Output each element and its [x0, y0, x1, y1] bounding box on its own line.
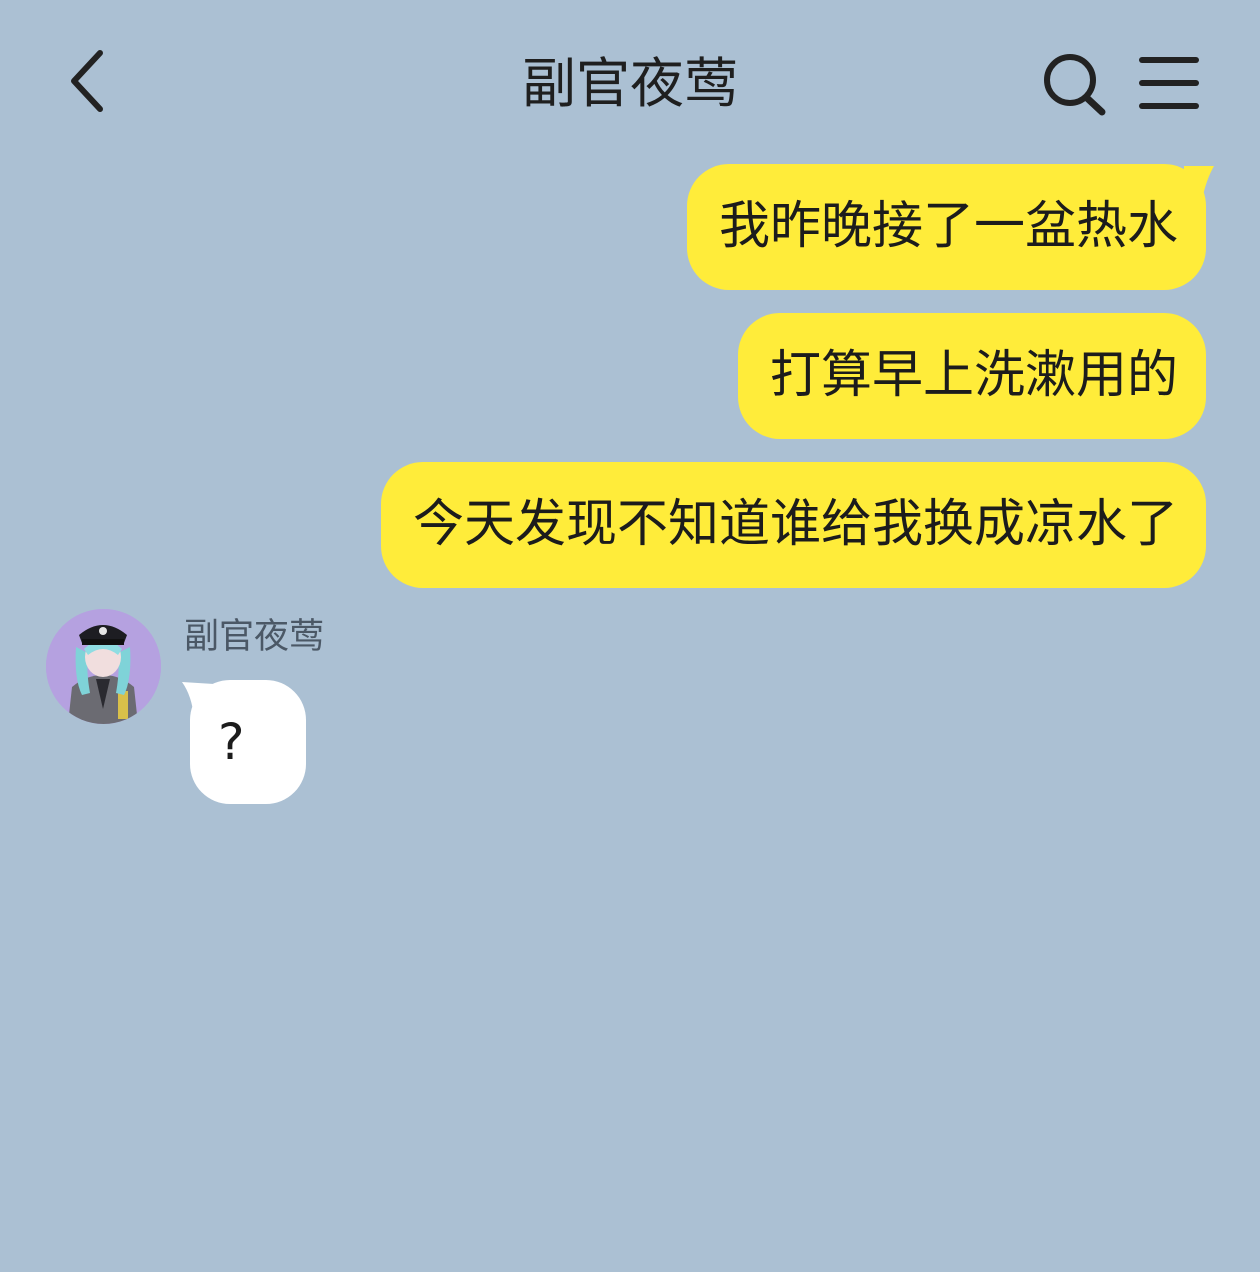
- outgoing-message[interactable]: 打算早上洗漱用的: [737, 313, 1206, 439]
- bubble-tail: [1184, 166, 1214, 200]
- outgoing-message[interactable]: 我昨晚接了一盆热水: [686, 164, 1214, 290]
- chat-header: 副官夜莺: [0, 0, 1260, 165]
- avatar[interactable]: [46, 609, 161, 724]
- hamburger-menu-icon: [1139, 57, 1199, 109]
- search-icon: [1044, 54, 1106, 116]
- search-button[interactable]: [1038, 48, 1114, 120]
- message-text: 打算早上洗漱用的: [769, 346, 1178, 405]
- character-portrait-icon: [46, 609, 161, 724]
- message-text: 我昨晚接了一盆热水: [718, 197, 1178, 256]
- message-text: ?: [218, 713, 245, 771]
- menu-button[interactable]: [1136, 52, 1202, 114]
- sender-name: 副官夜莺: [184, 617, 325, 657]
- incoming-message[interactable]: ?: [182, 680, 306, 804]
- bubble-tail: [182, 682, 214, 718]
- outgoing-message[interactable]: 今天发现不知道谁给我换成凉水了: [380, 462, 1206, 588]
- message-text: 今天发现不知道谁给我换成凉水了: [412, 495, 1178, 554]
